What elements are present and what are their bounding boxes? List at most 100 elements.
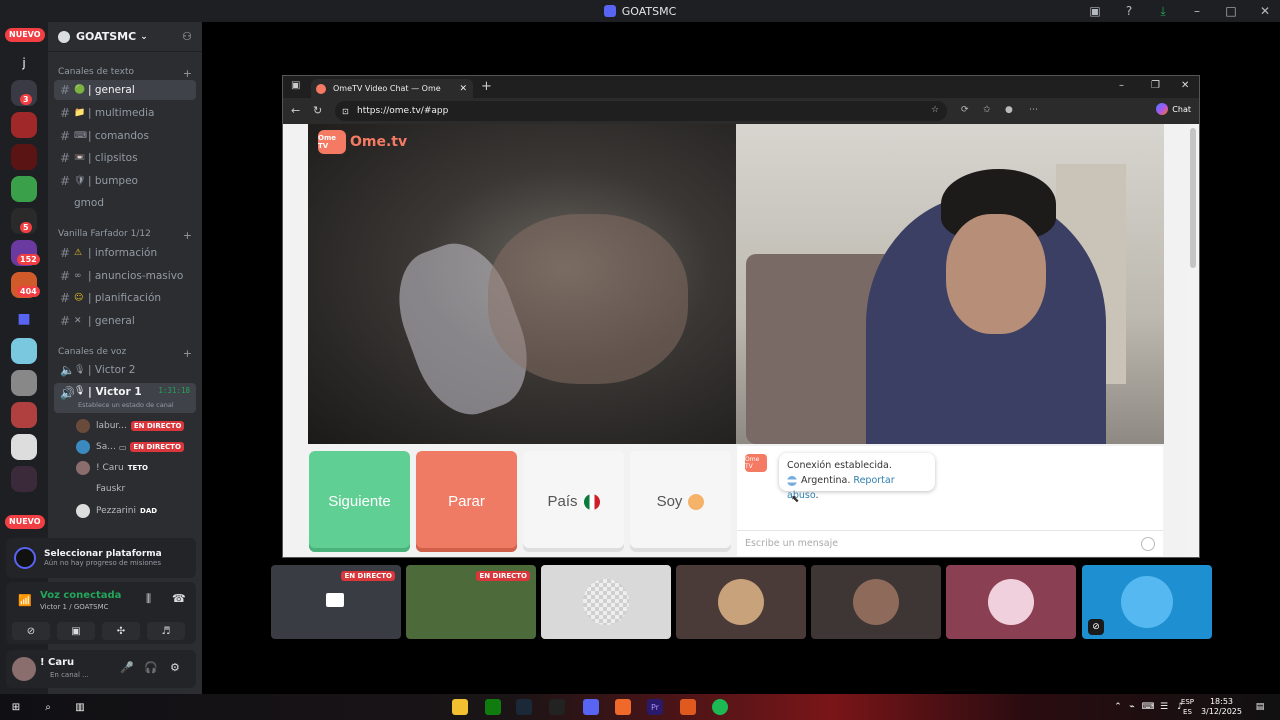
voice-user[interactable]: labur... EN DIRECTO <box>76 417 185 435</box>
clock[interactable]: 18:53 3/12/2025 <box>1201 697 1242 717</box>
server-icon[interactable] <box>11 402 37 428</box>
tab-ometv[interactable]: OmeTV Video Chat — Ome ✕ <box>311 79 473 98</box>
favorites-icon[interactable]: ✩ <box>983 105 991 115</box>
task-view-icon[interactable]: ▥ <box>72 699 88 715</box>
server-icon[interactable] <box>11 144 37 170</box>
voice-status[interactable]: Voz conectada <box>40 590 121 601</box>
inbox-icon[interactable]: ▣ <box>1088 4 1102 18</box>
voice-user[interactable]: Pezzarini DAD <box>76 502 157 520</box>
maximize-icon[interactable]: □ <box>1224 4 1238 18</box>
headphones-icon[interactable]: 🎧 <box>144 661 158 674</box>
next-button[interactable]: Siguiente <box>309 451 410 552</box>
channel-status[interactable]: Establece un estado de canal <box>78 401 174 409</box>
channel-gmod[interactable]: # gmod <box>54 193 196 213</box>
noise-icon[interactable]: ⫼ <box>146 592 151 606</box>
camera-off-button[interactable]: ⊘ <box>12 622 50 640</box>
copilot-chat-button[interactable]: Chat <box>1156 103 1191 115</box>
wifi-icon[interactable]: ☰ <box>1156 699 1172 715</box>
channel-multimedia[interactable]: # 📁 | multimedia <box>54 103 196 123</box>
minimize-icon[interactable]: – <box>1190 4 1204 18</box>
profile-icon[interactable]: ● <box>1005 105 1013 115</box>
help-icon[interactable]: ? <box>1122 4 1136 18</box>
channel-bumpeo[interactable]: # 🛡 | bumpeo <box>54 171 196 191</box>
server-icon[interactable] <box>11 112 37 138</box>
network-icon[interactable]: ⌁ <box>1124 699 1140 715</box>
xbox-icon[interactable] <box>485 699 501 715</box>
back-icon[interactable]: ← <box>291 104 300 117</box>
activities-button[interactable]: ✣ <box>102 622 140 640</box>
server-icon[interactable] <box>11 434 37 460</box>
more-icon[interactable]: ⋯ <box>1029 105 1038 115</box>
gender-button[interactable]: Soy <box>630 451 731 552</box>
stop-button[interactable]: Parar <box>416 451 517 552</box>
browser-icon[interactable] <box>615 699 631 715</box>
stream-tile[interactable]: EN DIRECTO <box>406 565 536 639</box>
voice-user[interactable]: Fauskr <box>76 480 125 498</box>
minimize-icon[interactable]: – <box>1119 80 1124 91</box>
server-icon[interactable] <box>11 370 37 396</box>
soundboard-button[interactable]: ♬ <box>147 622 185 640</box>
folder-icon[interactable]: ■ <box>11 306 37 332</box>
keyboard-icon[interactable]: ⌨ <box>1140 699 1156 715</box>
discord-icon[interactable] <box>583 699 599 715</box>
participant-tile[interactable] <box>541 565 671 639</box>
stream-tile[interactable]: EN DIRECTO <box>271 565 401 639</box>
guild-header[interactable]: GOATSMC ⌄ ⚇ <box>48 22 202 52</box>
server-icon[interactable] <box>11 176 37 202</box>
page-scrollbar[interactable] <box>1190 128 1196 268</box>
channel-comandos[interactable]: # ⌨ | comandos <box>54 126 196 146</box>
participant-tile[interactable] <box>946 565 1076 639</box>
site-info-icon[interactable]: ⊡ <box>342 107 349 116</box>
participant-tile[interactable]: ⊘ <box>1082 565 1212 639</box>
ometv-logo[interactable]: Ome TV Ome.tv <box>318 130 407 154</box>
channel-general-vanilla[interactable]: # ✕ | general <box>54 311 196 331</box>
channel-informacion[interactable]: # ⚠ | información <box>54 243 196 263</box>
fl-studio-icon[interactable] <box>680 699 696 715</box>
message-input[interactable]: Escribe un mensaje <box>737 530 1163 556</box>
close-tab-icon[interactable]: ✕ <box>459 84 467 94</box>
favorite-icon[interactable]: ☆ <box>931 105 939 115</box>
add-channel-icon[interactable]: + <box>183 229 192 242</box>
obs-icon[interactable] <box>549 699 565 715</box>
voice-user[interactable]: ! Caru TETO <box>76 459 148 477</box>
platform-selector[interactable]: Seleccionar plataforma Aún no hay progre… <box>6 538 196 578</box>
refresh-icon[interactable]: ↻ <box>313 104 322 117</box>
url-field[interactable]: ⊡ https://ome.tv/#app <box>335 101 947 121</box>
voice-user[interactable]: Sa... ▭ EN DIRECTO <box>76 438 184 456</box>
extension-icon[interactable]: ⟳ <box>961 105 969 115</box>
emoji-icon[interactable] <box>1141 537 1155 551</box>
channel-anuncios-masivo[interactable]: # ∞ | anuncios-masivo <box>54 266 196 286</box>
sidebar-toggle-icon[interactable]: ▣ <box>291 80 300 91</box>
category-text[interactable]: Canales de texto + <box>58 67 192 80</box>
close-icon[interactable]: ✕ <box>1258 4 1272 18</box>
download-icon[interactable]: ⤓ <box>1156 4 1170 19</box>
participant-tile[interactable] <box>676 565 806 639</box>
mic-icon[interactable]: 🎤 <box>120 661 134 674</box>
spotify-icon[interactable] <box>712 699 728 715</box>
gear-icon[interactable]: ⚙ <box>170 661 180 674</box>
search-icon[interactable]: ⌕ <box>40 699 56 715</box>
close-icon[interactable]: ✕ <box>1181 80 1189 91</box>
channel-general[interactable]: # 🟢 | general <box>54 80 196 100</box>
category-voice[interactable]: Canales de voz + <box>58 347 192 360</box>
server-icon[interactable] <box>11 338 37 364</box>
windows-start-icon[interactable]: ⊞ <box>8 699 24 715</box>
participant-tile[interactable] <box>811 565 941 639</box>
add-channel-icon[interactable]: + <box>183 347 192 360</box>
disconnect-icon[interactable]: ☎ <box>172 592 186 605</box>
dm-server[interactable]: j <box>11 50 37 76</box>
steam-icon[interactable] <box>516 699 532 715</box>
channel-planificacion[interactable]: # ☺ | planificación <box>54 288 196 308</box>
add-channel-icon[interactable]: + <box>183 67 192 80</box>
notifications-icon[interactable]: ▤ <box>1252 699 1268 715</box>
voice-channel-victor-1[interactable]: 🔊 🎙 | Victor 1 1:31:18 Establece un esta… <box>54 383 196 413</box>
country-button[interactable]: País <box>523 451 624 552</box>
language-indicator[interactable]: ESP ES <box>1181 697 1194 717</box>
add-member-icon[interactable]: ⚇ <box>182 30 192 43</box>
voice-channel-victor-2[interactable]: 🔈 🎙 | Victor 2 <box>54 360 196 380</box>
premiere-icon[interactable]: Pr <box>647 699 663 715</box>
category-vanilla[interactable]: Vanilla Farfador 1/12 + <box>58 229 192 242</box>
maximize-icon[interactable]: ❐ <box>1151 80 1160 91</box>
voice-channel-name[interactable]: Victor 1 / GOATSMC <box>40 603 109 611</box>
channel-clipsitos[interactable]: # 📼 | clipsitos <box>54 148 196 168</box>
